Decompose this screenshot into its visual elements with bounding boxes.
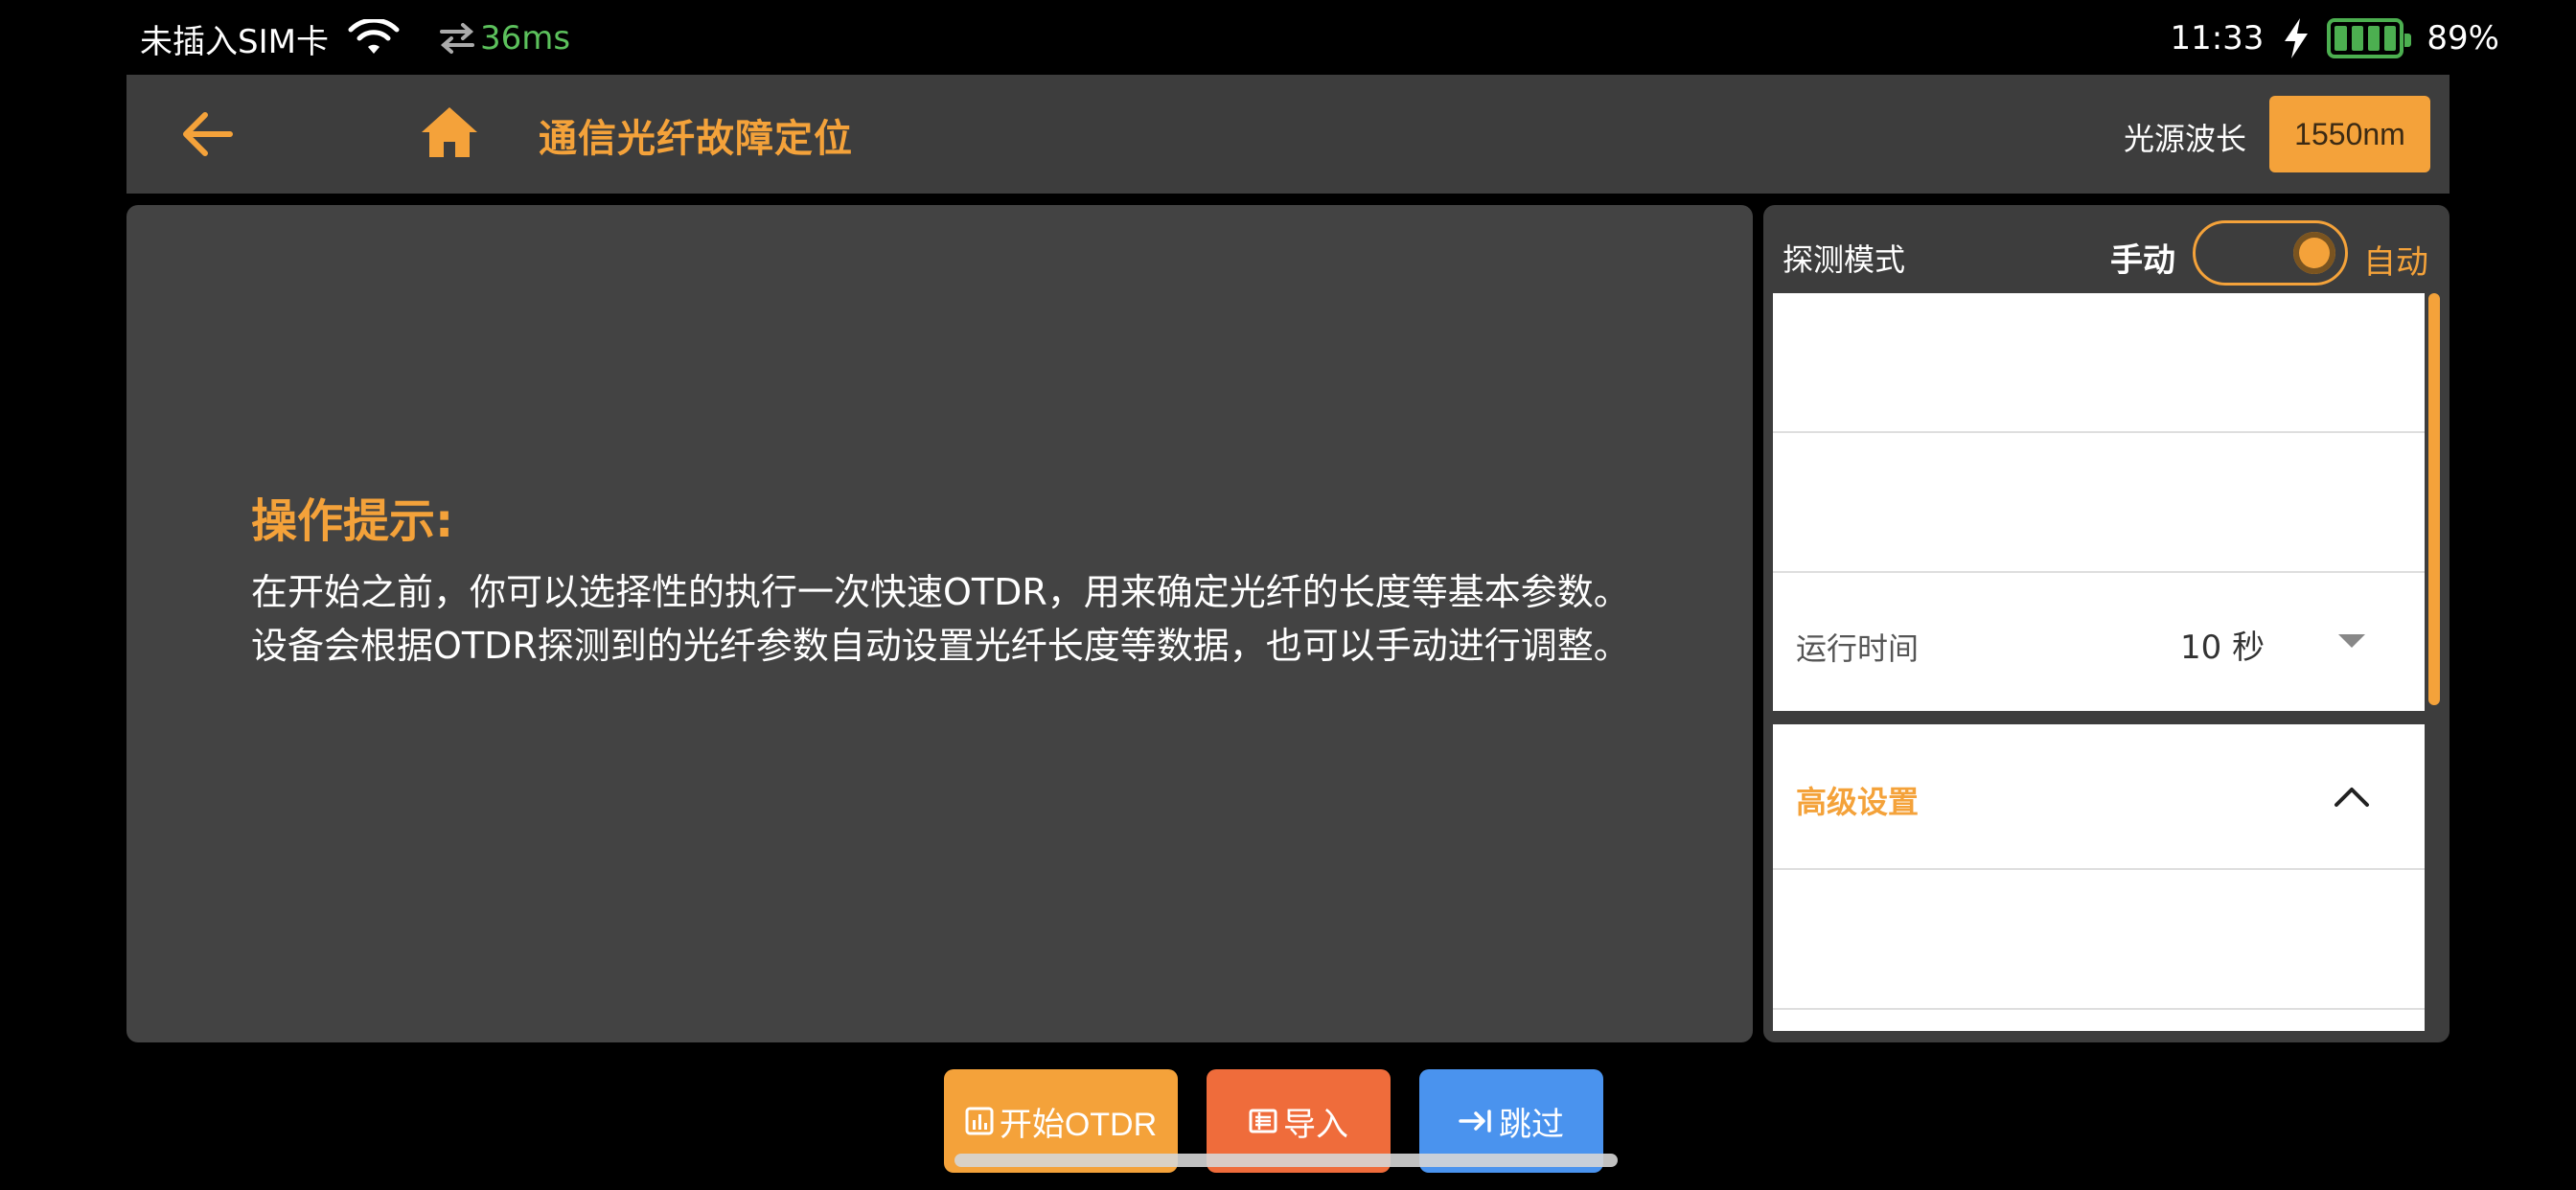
start-otdr-label: 开始OTDR bbox=[999, 1106, 1158, 1143]
range-label: 采集范围 bbox=[1796, 351, 1920, 387]
tips-line-2: 设备会根据OTDR探测到的光纤参数自动设置光纤长度等数据，也可以手动进行调整。 bbox=[251, 625, 1630, 667]
toggle-knob bbox=[2293, 232, 2335, 274]
refractive-index-row[interactable]: 折射率 1.4685 bbox=[1773, 870, 2425, 1010]
import-list-icon bbox=[1249, 1109, 1277, 1133]
skip-arrow-icon bbox=[1459, 1110, 1491, 1133]
arrow-left-icon[interactable] bbox=[176, 103, 238, 165]
runtime-value: 10 秒 bbox=[2180, 629, 2266, 667]
settings-scrollbar[interactable] bbox=[2428, 293, 2440, 705]
mode-auto-label[interactable]: 自动 bbox=[2363, 236, 2428, 283]
carrier-text: 未插入SIM卡 bbox=[140, 22, 329, 61]
detection-mode-row: 探测模式 手动 自动 bbox=[1763, 205, 2450, 293]
battery-icon bbox=[2327, 18, 2412, 58]
refractive-index-label: 折射率 bbox=[1796, 927, 1889, 964]
page-title: 通信光纤故障定位 bbox=[539, 117, 853, 161]
detection-mode-label: 探测模式 bbox=[1782, 241, 1906, 278]
range-value: AUTO bbox=[2307, 345, 2402, 381]
app-header: 通信光纤故障定位 光源波长 1550nm bbox=[126, 75, 2450, 194]
chevron-up-icon[interactable] bbox=[2333, 782, 2371, 811]
battery-percent: 89% bbox=[2426, 19, 2499, 57]
data-transfer-icon bbox=[439, 23, 474, 54]
settings-list[interactable]: 采集范围 AUTO 脉冲宽度 AUTO 运行时间 10 秒 高级设置 折射率 1… bbox=[1773, 293, 2425, 1031]
import-label: 导入 bbox=[1283, 1106, 1348, 1143]
pulse-width-value: AUTO bbox=[2307, 485, 2402, 521]
mode-manual-label[interactable]: 手动 bbox=[2110, 234, 2175, 281]
advanced-settings-header[interactable]: 高级设置 bbox=[1773, 724, 2425, 870]
runtime-label: 运行时间 bbox=[1796, 630, 1920, 667]
advanced-settings-label: 高级设置 bbox=[1796, 784, 1920, 820]
runtime-select[interactable]: 运行时间 10 秒 bbox=[1773, 573, 2425, 711]
dropdown-caret-icon bbox=[2338, 634, 2365, 648]
wavelength-button[interactable]: 1550nm bbox=[2269, 96, 2430, 172]
operation-tips: 操作提示: 在开始之前，你可以选择性的执行一次快速OTDR，用来确定光纤的长度等… bbox=[251, 483, 1650, 673]
wifi-icon bbox=[348, 19, 400, 54]
clock-text: 11:33 bbox=[2170, 19, 2265, 57]
status-right: 11:33 89% bbox=[2170, 17, 2499, 59]
settings-panel: 探测模式 手动 自动 采集范围 AUTO 脉冲宽度 AUTO 运行时间 10 秒… bbox=[1763, 205, 2450, 1042]
status-bar: 未插入SIM卡 36ms 11:33 89% bbox=[0, 0, 2576, 75]
charging-bolt-icon bbox=[2285, 18, 2309, 58]
range-row[interactable]: 采集范围 AUTO bbox=[1773, 293, 2425, 433]
mode-toggle[interactable] bbox=[2193, 220, 2348, 286]
chart-icon bbox=[965, 1107, 994, 1135]
pulse-width-label: 脉冲宽度 bbox=[1796, 491, 1920, 527]
pulse-width-row[interactable]: 脉冲宽度 AUTO bbox=[1773, 433, 2425, 573]
tips-line-1: 在开始之前，你可以选择性的执行一次快速OTDR，用来确定光纤的长度等基本参数。 bbox=[251, 571, 1630, 613]
refractive-index-value: 1.4685 bbox=[2283, 922, 2402, 958]
home-indicator[interactable] bbox=[954, 1154, 1618, 1167]
section-divider bbox=[1773, 711, 2425, 724]
tips-title: 操作提示: bbox=[251, 494, 454, 548]
skip-label: 跳过 bbox=[1499, 1106, 1564, 1143]
status-left: 未插入SIM卡 36ms bbox=[140, 17, 571, 61]
main-panel: 操作提示: 在开始之前，你可以选择性的执行一次快速OTDR，用来确定光纤的长度等… bbox=[126, 205, 1753, 1042]
home-icon[interactable] bbox=[420, 103, 479, 161]
latency-text: 36ms bbox=[479, 19, 571, 57]
wavelength-label: 光源波长 bbox=[2123, 121, 2246, 157]
